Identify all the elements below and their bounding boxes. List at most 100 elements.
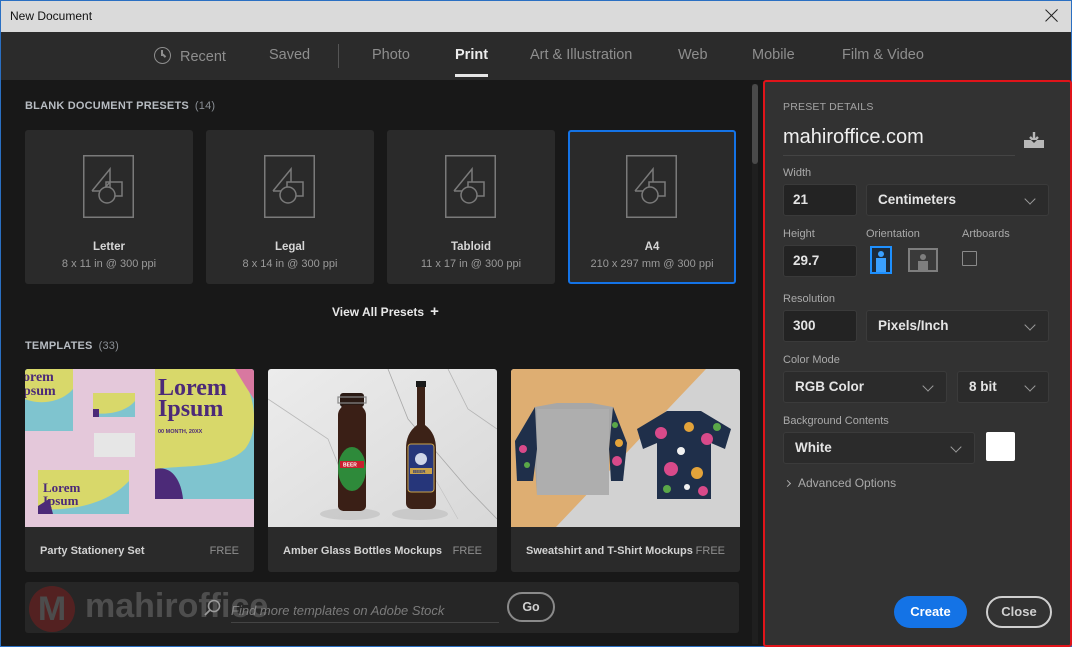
background-contents-select[interactable]: White — [783, 432, 975, 464]
section-count: (33) — [98, 340, 119, 352]
preset-name: Legal — [274, 241, 306, 253]
tab-label: Recent — [180, 49, 226, 65]
tab-film-video[interactable]: Film & Video — [842, 47, 924, 63]
document-preset-icon — [83, 155, 134, 218]
preset-dimensions: 8 x 11 in @ 300 ppi — [61, 258, 157, 270]
resolution-input[interactable]: 300 — [783, 310, 857, 342]
template-name: Amber Glass Bottles Mockups — [283, 545, 442, 557]
view-all-presets-link[interactable]: View All Presets + — [332, 303, 439, 320]
apparel-mockup-image — [511, 369, 740, 527]
chevron-down-icon — [1024, 193, 1036, 205]
plus-icon: + — [430, 303, 439, 320]
preset-dimensions: 11 x 17 in @ 300 ppi — [420, 258, 522, 270]
background-color-swatch[interactable] — [986, 432, 1015, 461]
svg-text:psum: psum — [25, 384, 56, 399]
template-price: FREE — [695, 545, 725, 557]
height-input[interactable]: 29.7 — [783, 245, 857, 277]
presets-scrollbar[interactable] — [752, 84, 758, 644]
preset-details-panel: PRESET DETAILS mahiroffice.com Width 21 … — [763, 80, 1072, 647]
section-title-text: BLANK DOCUMENT PRESETS — [25, 100, 189, 112]
background-value: White — [795, 440, 832, 455]
tab-mobile[interactable]: Mobile — [752, 47, 795, 63]
title-bar: New Document — [1, 1, 1071, 32]
template-card-amber-bottles[interactable]: BEER BEER Amber Glass Bottles Mockups FR… — [268, 369, 497, 572]
stationery-mockup-image: orem psum Lorem Ipsum Lorem Ipsum 00 MON… — [25, 369, 254, 527]
width-unit-value: Centimeters — [878, 192, 957, 207]
height-label: Height — [783, 228, 815, 240]
color-mode-select[interactable]: RGB Color — [783, 371, 947, 403]
preset-card-a4[interactable]: A4 210 x 297 mm @ 300 ppi — [568, 130, 736, 284]
template-card-sweatshirt-tshirt[interactable]: Sweatshirt and T-Shirt Mockups FREE — [511, 369, 740, 572]
preset-dimensions: 210 x 297 mm @ 300 ppi — [590, 258, 714, 270]
landscape-orientation-icon[interactable] — [908, 246, 938, 274]
create-button[interactable]: Create — [894, 596, 967, 628]
beer-label-text: BEER — [343, 463, 357, 469]
tab-label: Film & Video — [842, 47, 924, 63]
chevron-down-icon — [950, 441, 962, 453]
tab-photo[interactable]: Photo — [372, 47, 410, 63]
templates-section-title: TEMPLATES (33) — [25, 340, 119, 352]
presets-section-title: BLANK DOCUMENT PRESETS (14) — [25, 100, 215, 112]
preset-dimensions: 8 x 14 in @ 300 ppi — [242, 258, 338, 270]
close-window-icon[interactable] — [1043, 7, 1061, 25]
svg-text:orem: orem — [25, 370, 54, 385]
svg-text:00 MONTH, 20XX: 00 MONTH, 20XX — [158, 429, 203, 435]
stock-search-input[interactable] — [231, 591, 499, 623]
tab-label: Print — [455, 47, 489, 63]
template-thumbnail: BEER BEER — [268, 369, 497, 527]
save-preset-icon[interactable] — [1023, 131, 1045, 149]
artboards-checkbox[interactable] — [962, 251, 977, 266]
tab-label: Mobile — [752, 47, 795, 63]
clock-icon — [154, 47, 171, 64]
template-thumbnail: orem psum Lorem Ipsum Lorem Ipsum 00 MON… — [25, 369, 254, 527]
bottles-mockup-image: BEER BEER — [268, 369, 497, 527]
preset-name: Tabloid — [450, 241, 492, 253]
tab-web[interactable]: Web — [678, 47, 708, 63]
template-price: FREE — [209, 545, 239, 557]
width-unit-select[interactable]: Centimeters — [866, 184, 1049, 216]
bit-depth-value: 8 bit — [969, 379, 997, 394]
svg-text:Ipsum: Ipsum — [158, 396, 223, 422]
tab-label: Photo — [372, 47, 410, 63]
tab-saved[interactable]: Saved — [269, 47, 310, 63]
advanced-options-toggle[interactable]: Advanced Options — [783, 476, 897, 490]
tab-art-illustration[interactable]: Art & Illustration — [530, 47, 632, 63]
close-button[interactable]: Close — [986, 596, 1052, 628]
view-all-label: View All Presets — [332, 305, 425, 319]
advanced-options-label: Advanced Options — [798, 476, 897, 490]
scrollbar-thumb[interactable] — [752, 84, 758, 164]
template-thumbnail — [511, 369, 740, 527]
template-name: Sweatshirt and T-Shirt Mockups — [526, 545, 693, 557]
svg-text:Ipsum: Ipsum — [43, 493, 79, 508]
tab-label: Web — [678, 47, 708, 63]
template-card-party-stationery[interactable]: orem psum Lorem Ipsum Lorem Ipsum 00 MON… — [25, 369, 254, 572]
beer-label-text: BEER — [413, 469, 426, 474]
orientation-label: Orientation — [866, 228, 920, 240]
preset-card-legal[interactable]: Legal 8 x 14 in @ 300 ppi — [206, 130, 374, 284]
preset-card-letter[interactable]: Letter 8 x 11 in @ 300 ppi — [25, 130, 193, 284]
template-name: Party Stationery Set — [40, 545, 145, 557]
document-preset-icon — [264, 155, 315, 218]
resolution-label: Resolution — [783, 293, 835, 305]
resolution-unit-value: Pixels/Inch — [878, 318, 949, 333]
document-name-input[interactable]: mahiroffice.com — [783, 126, 1015, 156]
go-button[interactable]: Go — [507, 592, 555, 622]
document-preset-icon — [626, 155, 677, 218]
resolution-unit-select[interactable]: Pixels/Inch — [866, 310, 1049, 342]
preset-name: A4 — [644, 241, 660, 253]
portrait-orientation-icon[interactable] — [867, 246, 895, 274]
tab-print[interactable]: Print — [455, 47, 489, 77]
adobe-stock-search-bar: Go — [25, 582, 739, 633]
preset-card-tabloid[interactable]: Tabloid 11 x 17 in @ 300 ppi — [387, 130, 555, 284]
bit-depth-select[interactable]: 8 bit — [957, 371, 1049, 403]
template-price: FREE — [452, 545, 482, 557]
artboards-label: Artboards — [962, 228, 1010, 240]
color-mode-label: Color Mode — [783, 354, 840, 366]
section-count: (14) — [194, 100, 216, 112]
width-input[interactable]: 21 — [783, 184, 857, 216]
tab-label: Art & Illustration — [530, 47, 633, 63]
section-title-text: TEMPLATES — [25, 340, 93, 352]
search-icon — [204, 599, 221, 616]
tab-divider — [338, 44, 339, 68]
tab-recent[interactable]: Recent — [154, 47, 226, 65]
